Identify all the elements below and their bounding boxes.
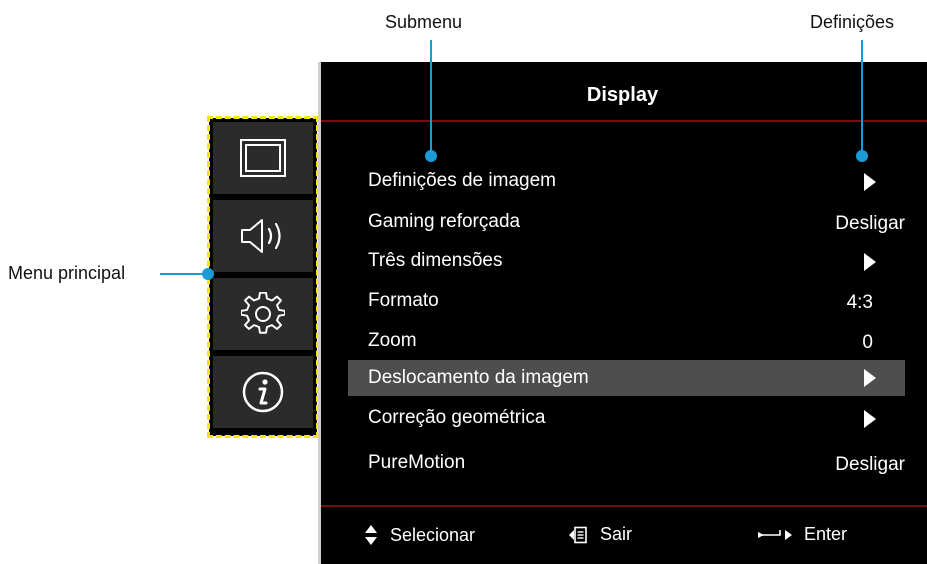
row-value: Desligar [835,213,905,234]
menu-row-puremotion[interactable]: PureMotion Desligar [348,445,905,481]
row-label: Zoom [368,330,417,351]
main-menu-item-display[interactable] [213,122,313,194]
menu-row-3d[interactable]: Três dimensões [348,243,905,279]
main-menu-item-audio[interactable] [213,200,313,272]
footer-select: Selecionar [364,524,475,546]
panel-title: Display [586,84,659,106]
row-label: Três dimensões [368,250,503,271]
footer-exit-label: Sair [600,524,633,544]
row-label: Deslocamento da imagem [368,367,589,388]
main-menu [207,116,319,438]
main-menu-item-settings[interactable] [213,278,313,350]
submenu-leader-dot [425,150,437,162]
settings-leader-line [861,40,863,156]
footer-bar: Selecionar Sair Enter [318,508,927,564]
enter-icon [758,529,792,540]
main-menu-leader-line [160,273,208,275]
footer-enter-label: Enter [804,524,848,544]
menu-row-enhanced-gaming[interactable]: Gaming reforçada Desligar [348,204,905,240]
menu-row-image-settings[interactable]: Definições de imagem [348,163,905,199]
info-icon [242,371,284,413]
main-menu-item-info[interactable] [213,356,313,428]
panel-border [318,62,321,564]
settings-leader-dot [856,150,868,162]
menu-row-zoom[interactable]: Zoom 0 [348,323,905,359]
exit-menu-icon [569,526,587,543]
osd-panel: Display Definições de imagem Gaming refo… [318,62,927,564]
row-label: Formato [368,290,439,311]
gear-icon [241,292,285,334]
main-menu-leader-dot [202,268,214,280]
footer-exit: Sair [568,524,632,545]
row-value: 0 [862,332,873,353]
menu-row-geometric-correction[interactable]: Correção geométrica [348,400,905,436]
display-icon [240,139,286,177]
row-label: Correção geométrica [368,407,546,428]
menu-row-aspect-ratio[interactable]: Formato 4:3 [348,283,905,319]
audio-icon [241,219,281,253]
row-label: Definições de imagem [368,170,556,191]
up-down-arrows-icon [365,525,377,545]
footer-divider [321,505,927,507]
title-divider [321,120,927,122]
menu-row-image-shift[interactable]: Deslocamento da imagem [348,360,905,396]
submenu-arrow-icon [864,253,876,271]
row-label: PureMotion [368,452,466,473]
callout-submenu-label: Submenu [385,12,463,32]
footer-enter: Enter [756,524,847,545]
row-value: 4:3 [846,292,873,313]
callout-main-menu-label: Menu principal [8,263,126,283]
submenu-arrow-icon [864,173,876,191]
submenu-arrow-icon [864,369,876,387]
footer-select-label: Selecionar [390,524,476,545]
callout-settings-label: Definições [810,12,895,32]
row-label: Gaming reforçada [368,211,521,232]
row-value: Desligar [835,454,905,475]
submenu-leader-line [430,40,432,156]
submenu-arrow-icon [864,410,876,428]
